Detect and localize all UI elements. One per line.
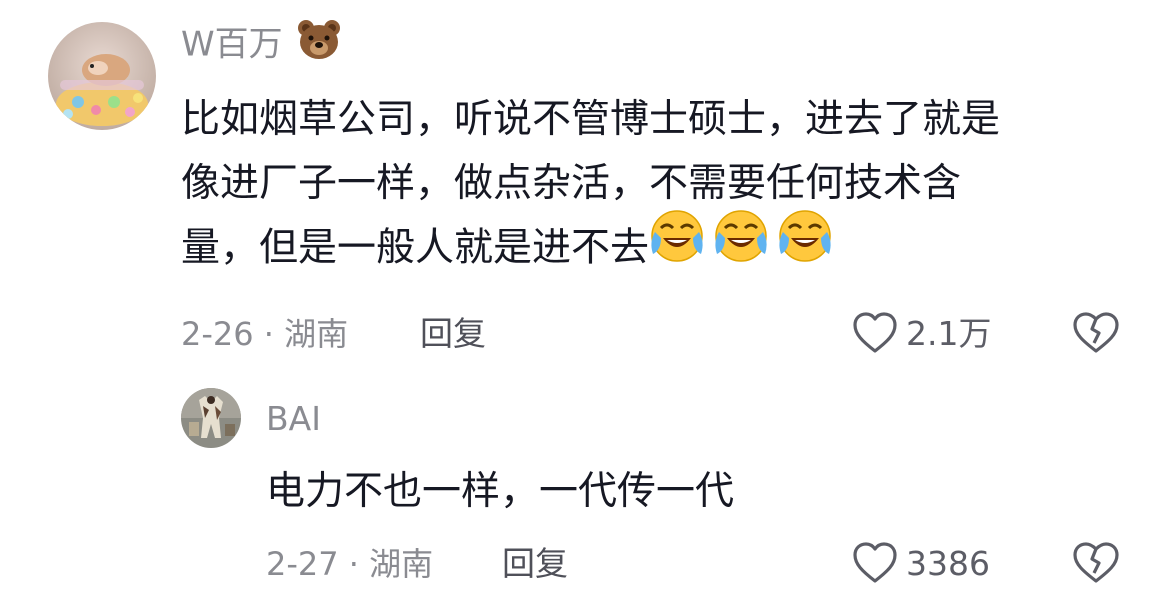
reply-button[interactable]: 回复 (502, 547, 568, 580)
heart-icon (853, 312, 897, 353)
like-button[interactable]: 3386 (852, 541, 990, 585)
like-button[interactable]: 2.1万 (852, 311, 991, 355)
comment-text: 比如烟草公司，听说不管博士硕士，进去了就是 像进厂子一样，做点杂活，不需要任何技… (181, 88, 1121, 284)
date-location: 2-27 · 湖南 (266, 545, 434, 583)
heart-icon (853, 542, 897, 583)
avatar[interactable] (181, 388, 241, 448)
face-with-tears-of-joy-icon (649, 208, 835, 284)
dislike-button[interactable] (1072, 311, 1120, 359)
dislike-button[interactable] (1072, 541, 1120, 589)
bear-face-icon (297, 19, 341, 67)
date-location: 2-26 · 湖南 (181, 315, 349, 353)
like-count: 2.1万 (906, 313, 992, 353)
avatar[interactable] (48, 22, 156, 130)
author-name[interactable]: W百万 (181, 20, 341, 67)
comment-text: 电力不也一样，一代传一代 (266, 469, 735, 514)
like-count: 3386 (906, 543, 990, 583)
reply-button[interactable]: 回复 (420, 317, 486, 350)
author-name[interactable]: BAI (266, 402, 321, 435)
broken-heart-icon (1073, 542, 1119, 583)
broken-heart-icon (1073, 312, 1119, 353)
